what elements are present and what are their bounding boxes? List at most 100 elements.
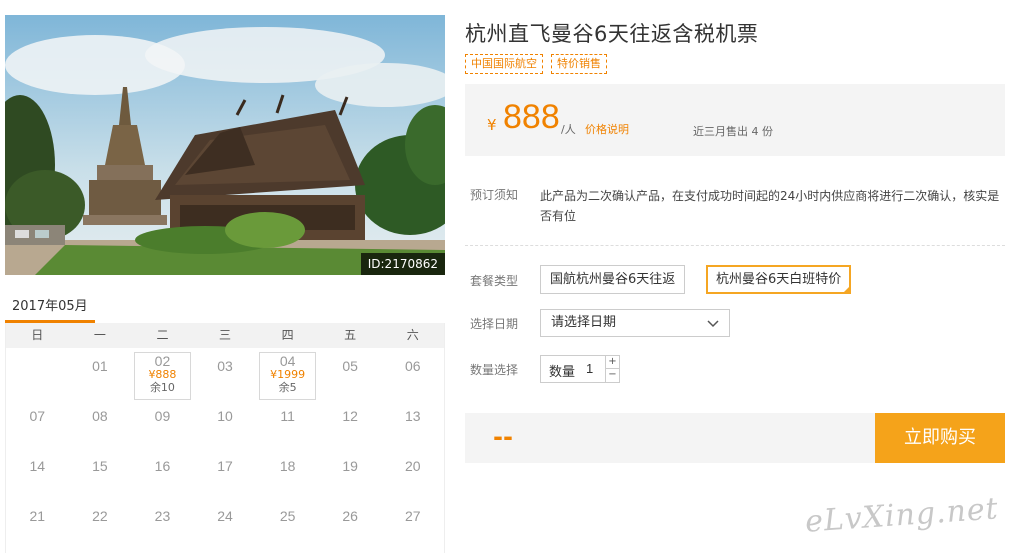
day-number: 26	[342, 508, 358, 524]
day-number: 08	[92, 408, 108, 424]
day-number: 24	[217, 508, 233, 524]
calendar-day: 01	[69, 348, 132, 398]
calendar-day: 19	[319, 448, 382, 498]
calendar-day: 07	[6, 398, 69, 448]
calendar-day: 25	[256, 498, 319, 548]
date-label: 选择日期	[470, 317, 519, 331]
site-watermark: eLvXing.net	[804, 491, 1000, 540]
price-value: 888	[503, 98, 560, 136]
calendar-day: 21	[6, 498, 69, 548]
calendar-week: 14 15 16 17 18 19 20	[6, 448, 444, 498]
day-number: 14	[29, 458, 46, 474]
quantity-label: 数量选择	[470, 363, 519, 377]
day-remaining: 余10	[149, 381, 175, 394]
day-number: 04	[279, 353, 296, 369]
calendar-day: 14	[6, 448, 69, 498]
day-number: 02	[154, 353, 171, 369]
price-currency: ¥	[487, 116, 497, 134]
package-option-selected[interactable]: 杭州曼谷6天白班特价	[706, 265, 852, 294]
calendar-day: 12	[319, 398, 382, 448]
day-number: 15	[92, 458, 108, 474]
day-price: ¥888	[148, 368, 177, 381]
day-number: 21	[29, 508, 46, 524]
day-number: 06	[404, 358, 421, 374]
calendar-day-available[interactable]: 04 ¥1999 余5	[256, 348, 319, 400]
day-number: 10	[217, 408, 233, 424]
tag-special-offer: 特价销售	[551, 54, 607, 74]
weekday-fri: 五	[344, 328, 357, 342]
tag-airline: 中国国际航空	[465, 54, 543, 74]
calendar-day: 03	[194, 348, 257, 398]
calendar-day: 10	[194, 398, 257, 448]
photo-id-badge: ID:2170862	[360, 253, 445, 275]
buy-now-button[interactable]: 立即购买	[875, 413, 1005, 463]
quantity-increase-button[interactable]: +	[606, 356, 619, 369]
day-number: 17	[217, 458, 233, 474]
weekday-tue: 二	[156, 328, 169, 342]
calendar-day: 24	[194, 498, 257, 548]
price-panel: ¥ 888 /人 价格说明 近三月售出 4 份	[465, 84, 1005, 156]
package-option[interactable]: 国航杭州曼谷6天往返	[540, 265, 686, 294]
total-price: --	[493, 423, 513, 451]
product-photo: ID:2170862	[5, 15, 445, 275]
quantity-decrease-button[interactable]: −	[606, 369, 619, 382]
day-number: 18	[279, 458, 296, 474]
product-tags: 中国国际航空 特价销售	[465, 54, 607, 74]
notice-text: 此产品为二次确认产品，在支付成功时间起的24小时内供应商将进行二次确认，核实是否…	[540, 189, 1000, 223]
product-title: 杭州直飞曼谷6天往返含税机票	[465, 22, 759, 46]
price-unit: /人	[561, 123, 576, 136]
calendar-day: 23	[131, 498, 194, 548]
weekday-sat: 六	[406, 328, 419, 342]
chevron-down-icon	[707, 320, 719, 328]
calendar-day: 26	[319, 498, 382, 548]
weekday-sun: 日	[31, 328, 44, 342]
day-number: 20	[404, 458, 421, 474]
calendar: 日 一 二 三 四 五 六 01 02 ¥888 余10 03 04 ¥1999…	[5, 323, 445, 553]
day-number: 05	[342, 358, 358, 374]
weekday-wed: 三	[219, 328, 232, 342]
calendar-day: 22	[69, 498, 132, 548]
notice-label: 预订须知	[470, 188, 519, 202]
day-number: 25	[279, 508, 296, 524]
date-select[interactable]: 请选择日期	[540, 309, 730, 337]
day-number: 27	[404, 508, 421, 524]
calendar-day: 16	[131, 448, 194, 498]
calendar-day: 09	[131, 398, 194, 448]
calendar-day-empty	[6, 348, 69, 398]
day-number: 23	[154, 508, 171, 524]
calendar-week: 01 02 ¥888 余10 03 04 ¥1999 余5 05 06	[6, 348, 444, 400]
day-number: 07	[29, 408, 46, 424]
calendar-day-available[interactable]: 02 ¥888 余10	[131, 348, 194, 400]
quantity-field-label: 数量	[549, 365, 576, 380]
calendar-day: 11	[256, 398, 319, 448]
quantity-input[interactable]: 1	[586, 361, 593, 376]
day-number: 01	[92, 358, 108, 374]
date-select-placeholder: 请选择日期	[551, 315, 617, 330]
selected-check-corner-icon	[842, 285, 852, 294]
quantity-stepper: 数量 1 + −	[540, 355, 620, 383]
calendar-day: 20	[381, 448, 444, 498]
calendar-day: 27	[381, 498, 444, 548]
calendar-week: 21 22 23 24 25 26 27	[6, 498, 444, 548]
divider	[465, 245, 1005, 246]
weekday-thu: 四	[281, 328, 294, 342]
calendar-day: 08	[69, 398, 132, 448]
day-number: 13	[404, 408, 421, 424]
calendar-week: 07 08 09 10 11 12 13	[6, 398, 444, 448]
temple-photo-illustration	[5, 15, 445, 275]
calendar-day: 06	[381, 348, 444, 398]
calendar-day: 13	[381, 398, 444, 448]
day-number: 22	[92, 508, 108, 524]
calendar-day: 15	[69, 448, 132, 498]
day-number: 12	[342, 408, 358, 424]
calendar-month-tab[interactable]: 2017年05月	[12, 295, 88, 314]
calendar-day: 18	[256, 448, 319, 498]
calendar-day: 05	[319, 348, 382, 398]
day-number: 03	[217, 358, 233, 374]
day-price: ¥1999	[270, 368, 306, 381]
day-number: 09	[154, 408, 171, 424]
day-number: 11	[280, 408, 295, 424]
day-remaining: 余5	[278, 381, 297, 394]
sold-count: 近三月售出 4 份	[693, 125, 773, 138]
price-explain-link[interactable]: 价格说明	[585, 121, 629, 137]
